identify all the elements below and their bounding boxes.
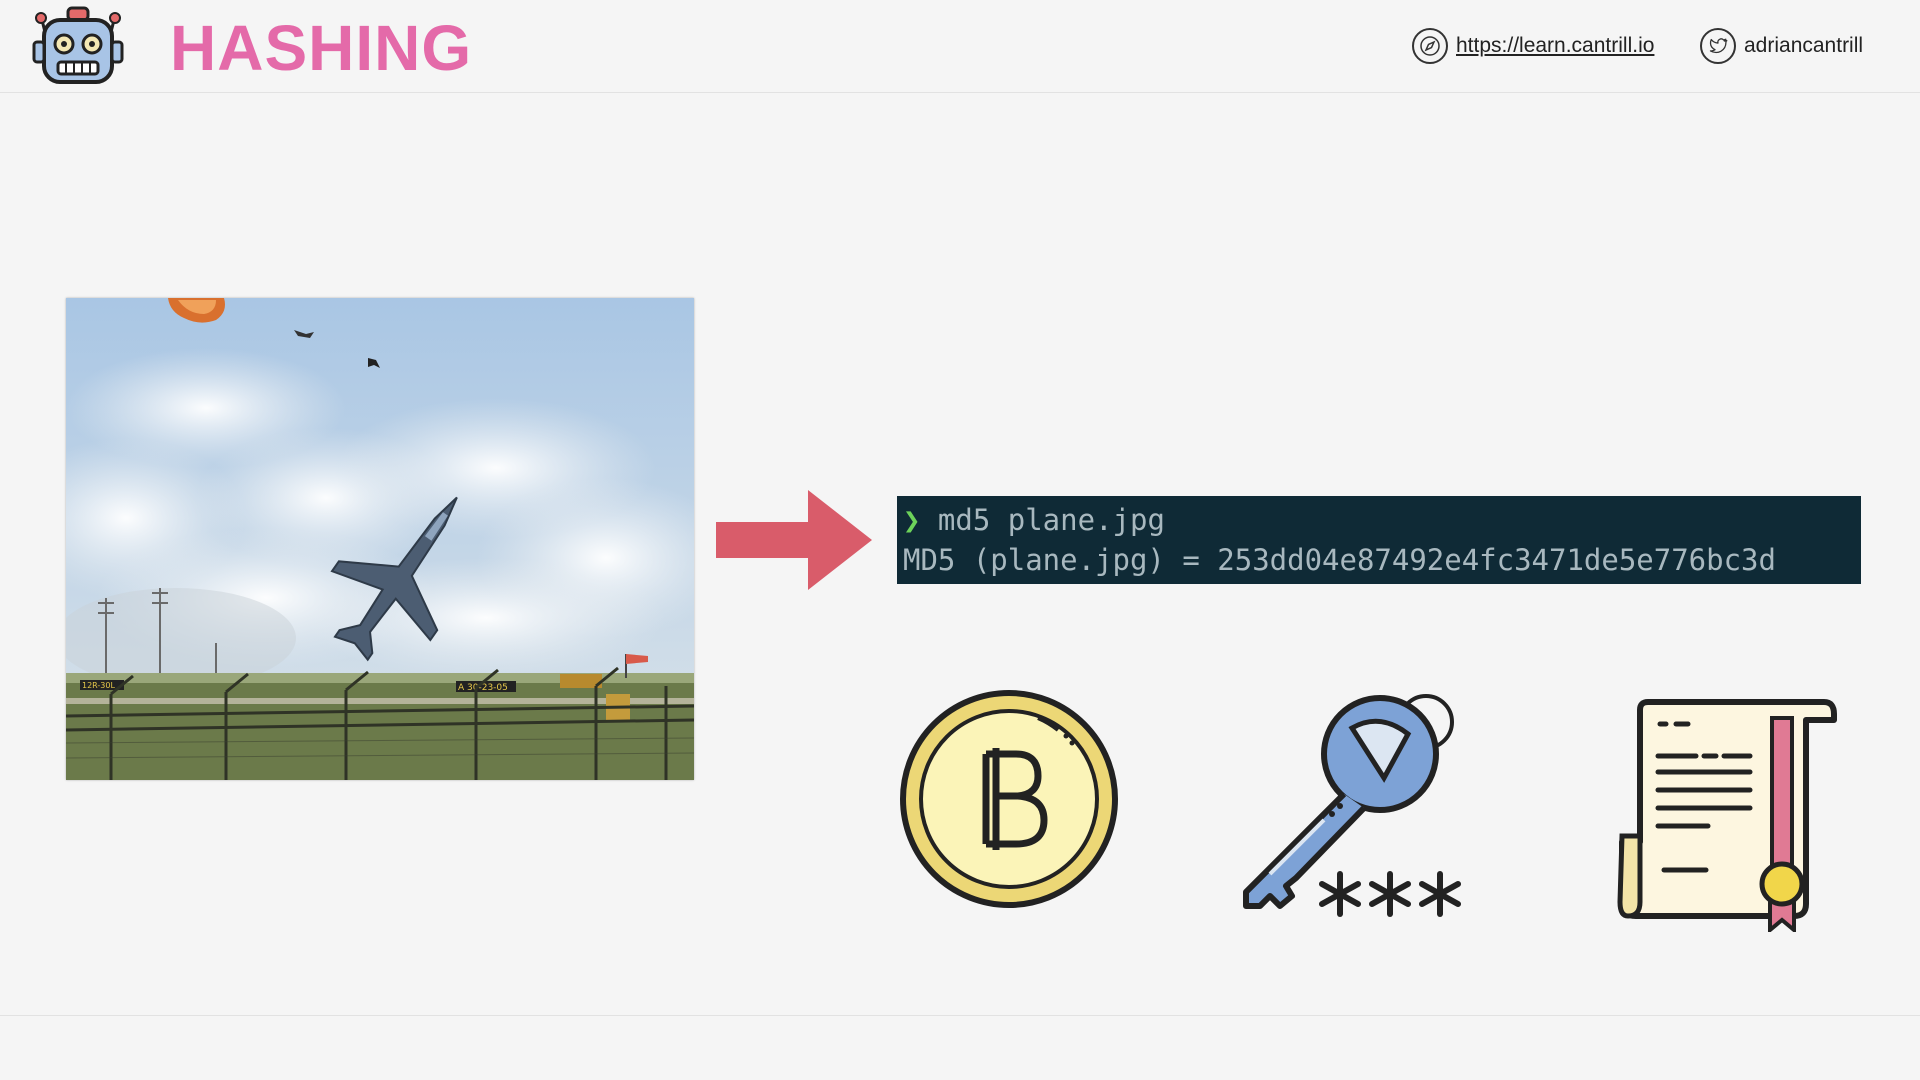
bitcoin-coin-icon xyxy=(900,690,1118,908)
twitter-handle-text[interactable]: adriancantrill xyxy=(1744,34,1863,58)
plane-photo: 12R-30L A 30-23-05 xyxy=(66,298,694,780)
twitter-link[interactable]: adriancantrill xyxy=(1700,24,1863,68)
certificate-scroll-icon xyxy=(1617,699,1837,932)
right-arrow-icon xyxy=(716,490,872,590)
terminal-command-line: ❯ md5 plane.jpg xyxy=(903,500,1855,540)
prompt-symbol: ❯ xyxy=(903,503,921,537)
compass-icon xyxy=(1412,28,1448,64)
site-url-text[interactable]: https://learn.cantrill.io xyxy=(1456,34,1654,58)
terminal-command: md5 plane.jpg xyxy=(920,503,1165,537)
terminal-output: ❯ md5 plane.jpg MD5 (plane.jpg) = 253dd04… xyxy=(897,496,1861,584)
footer-divider xyxy=(0,1015,1920,1016)
key-password-icon xyxy=(1243,694,1461,917)
slide-title: HASHING xyxy=(170,12,473,84)
robot-logo-icon xyxy=(32,6,124,84)
runway-sign-left: 12R-30L xyxy=(82,681,115,690)
slide-header: HASHING https://learn.cantrill.io adrian… xyxy=(0,0,1920,93)
site-link[interactable]: https://learn.cantrill.io xyxy=(1412,24,1654,68)
runway-sign-center: A 30-23-05 xyxy=(458,683,508,693)
twitter-bird-icon xyxy=(1700,28,1736,64)
terminal-result: MD5 (plane.jpg) = 253dd04e87492e4fc3471d… xyxy=(903,543,1776,577)
plane-photo-scene: 12R-30L A 30-23-05 xyxy=(66,298,694,780)
